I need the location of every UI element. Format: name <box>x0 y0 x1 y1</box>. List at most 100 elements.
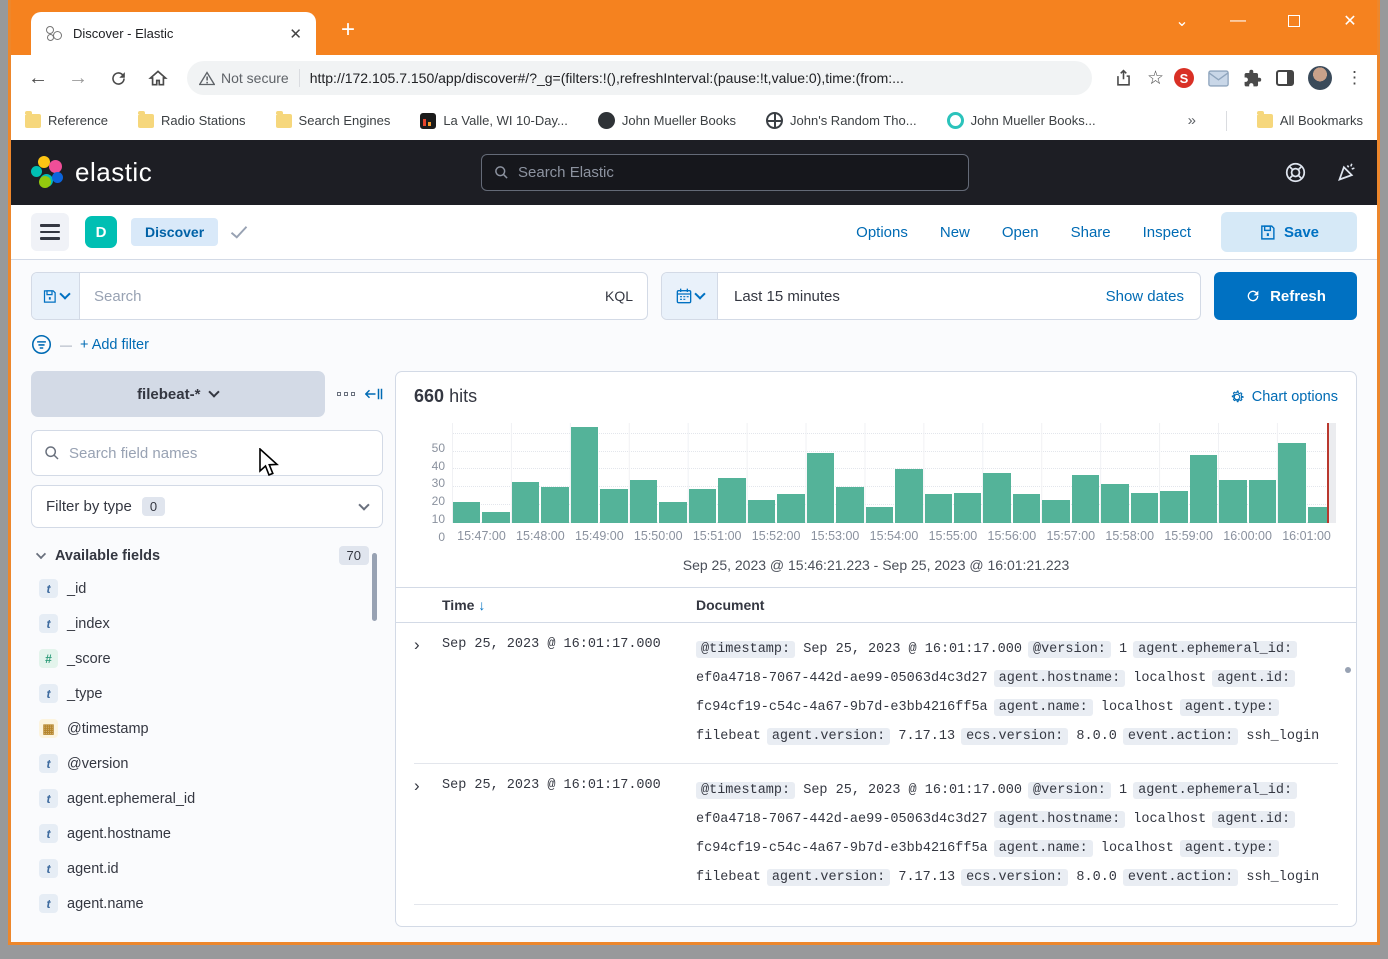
histogram-bar[interactable] <box>1072 475 1099 523</box>
field-list-item[interactable]: t agent.name <box>31 886 383 921</box>
fields-scrollbar[interactable] <box>372 553 377 621</box>
histogram-bar[interactable] <box>807 453 834 523</box>
field-list-item[interactable]: t _id <box>31 571 383 606</box>
app-nav-link[interactable]: Share <box>1071 224 1111 241</box>
field-name-pill[interactable]: agent.id: <box>1212 670 1295 687</box>
space-badge[interactable]: D <box>85 216 117 248</box>
field-name-pill[interactable]: @timestamp: <box>696 782 795 799</box>
bookmarks-overflow-icon[interactable]: » <box>1188 112 1196 129</box>
field-list-item[interactable]: t agent.ephemeral_id <box>31 781 383 816</box>
refresh-button[interactable]: Refresh <box>1214 272 1357 320</box>
histogram-bar[interactable] <box>895 469 922 523</box>
histogram-bar[interactable] <box>512 482 539 523</box>
global-search-input[interactable]: Search Elastic <box>481 154 969 191</box>
field-name-pill[interactable]: agent.ephemeral_id: <box>1133 641 1297 658</box>
field-list-item[interactable]: t agent.id <box>31 851 383 886</box>
app-nav-link[interactable]: Inspect <box>1143 224 1191 241</box>
save-button[interactable]: Save <box>1221 212 1357 252</box>
expand-row-icon[interactable]: › <box>414 776 442 892</box>
histogram-bar[interactable] <box>1278 443 1305 523</box>
field-name-pill[interactable]: ecs.version: <box>961 728 1068 745</box>
show-dates-link[interactable]: Show dates <box>1106 288 1200 305</box>
field-list-item[interactable]: t _type <box>31 676 383 711</box>
field-name-pill[interactable]: agent.name: <box>994 699 1093 716</box>
window-maximize-icon[interactable] <box>1279 6 1309 36</box>
col-time-header[interactable]: Time ↓ <box>414 597 696 613</box>
menu-hamburger-icon[interactable] <box>31 213 69 251</box>
query-search-input[interactable]: Search <box>80 288 591 305</box>
histogram-bar[interactable] <box>1219 480 1246 523</box>
field-name-pill[interactable]: agent.hostname: <box>994 811 1126 828</box>
field-name-pill[interactable]: ecs.version: <box>961 869 1068 886</box>
all-bookmarks-button[interactable]: All Bookmarks <box>1257 113 1363 128</box>
histogram-bar[interactable] <box>1013 494 1040 523</box>
share-icon[interactable] <box>1114 69 1133 88</box>
histogram-bar[interactable] <box>748 500 775 523</box>
side-panel-icon[interactable] <box>1276 70 1294 86</box>
newsfeed-icon[interactable] <box>1336 162 1357 183</box>
field-list-item[interactable]: ▦ @timestamp <box>31 711 383 746</box>
chart-options-button[interactable]: Chart options <box>1229 389 1338 405</box>
field-options-icon[interactable] <box>337 392 356 397</box>
field-name-pill[interactable]: event.action: <box>1123 869 1238 886</box>
url-bar[interactable]: Not secure http://172.105.7.150/app/disc… <box>187 61 1092 95</box>
bookmark-star-icon[interactable]: ☆ <box>1147 69 1164 88</box>
browser-tab[interactable]: Discover - Elastic ✕ <box>31 12 316 55</box>
bookmark-item[interactable]: John Mueller Books <box>598 112 736 129</box>
available-fields-header[interactable]: Available fields 70 <box>37 546 383 565</box>
field-name-pill[interactable]: agent.version: <box>767 869 890 886</box>
field-search-input[interactable]: Search field names <box>31 430 383 476</box>
help-icon[interactable] <box>1285 162 1306 183</box>
field-name-pill[interactable]: agent.name: <box>994 840 1093 857</box>
bookmark-item[interactable]: La Valle, WI 10-Day... <box>420 113 568 129</box>
histogram-bar[interactable] <box>541 487 568 523</box>
field-name-pill[interactable]: @version: <box>1028 641 1111 658</box>
field-name-pill[interactable]: agent.type: <box>1180 840 1279 857</box>
window-close-icon[interactable]: ✕ <box>1335 6 1365 36</box>
field-name-pill[interactable]: agent.ephemeral_id: <box>1133 782 1297 799</box>
field-list-item[interactable]: t _index <box>31 606 383 641</box>
histogram-bar[interactable] <box>571 427 598 523</box>
window-minimize-icon[interactable]: — <box>1223 6 1253 36</box>
table-scrollbar[interactable] <box>1345 667 1351 673</box>
histogram-bar[interactable] <box>1160 491 1187 523</box>
app-nav-link[interactable]: Open <box>1002 224 1039 241</box>
elastic-logo[interactable] <box>31 156 65 190</box>
histogram-bar[interactable] <box>925 494 952 523</box>
field-name-pill[interactable]: agent.id: <box>1212 811 1295 828</box>
bookmark-item[interactable]: John Mueller Books... <box>947 112 1096 129</box>
filter-by-type-select[interactable]: Filter by type 0 <box>31 485 383 528</box>
app-nav-link[interactable]: New <box>940 224 970 241</box>
forward-icon[interactable]: → <box>61 61 95 95</box>
histogram-bar[interactable] <box>1042 500 1069 523</box>
bookmark-item[interactable]: Radio Stations <box>138 113 246 128</box>
time-range-value[interactable]: Last 15 minutes <box>718 288 1106 305</box>
filter-icon[interactable] <box>31 334 52 355</box>
reload-icon[interactable] <box>101 61 135 95</box>
breadcrumb-discover[interactable]: Discover <box>131 218 218 246</box>
histogram-bar[interactable] <box>482 512 509 523</box>
col-document-header[interactable]: Document <box>696 597 764 613</box>
new-tab-button[interactable]: + <box>341 18 355 42</box>
field-name-pill[interactable]: @version: <box>1028 782 1111 799</box>
window-menu-icon[interactable]: ⌄ <box>1167 6 1197 36</box>
url-text[interactable]: http://172.105.7.150/app/discover#/?_g=(… <box>310 70 1080 86</box>
histogram-bar[interactable] <box>777 494 804 523</box>
field-list-item[interactable]: t agent.hostname <box>31 816 383 851</box>
field-name-pill[interactable]: agent.type: <box>1180 699 1279 716</box>
expand-row-icon[interactable]: › <box>414 635 442 751</box>
bookmark-item[interactable]: John's Random Tho... <box>766 112 917 129</box>
kql-label[interactable]: KQL <box>591 288 647 304</box>
bookmark-item[interactable]: Reference <box>25 113 108 128</box>
histogram-bar[interactable] <box>983 473 1010 523</box>
field-name-pill[interactable]: agent.hostname: <box>994 670 1126 687</box>
field-name-pill[interactable]: event.action: <box>1123 728 1238 745</box>
histogram-bar[interactable] <box>1101 484 1128 523</box>
histogram-bar[interactable] <box>1131 493 1158 523</box>
back-icon[interactable]: ← <box>21 61 55 95</box>
histogram-bar[interactable] <box>866 507 893 523</box>
histogram-bar[interactable] <box>718 478 745 523</box>
histogram-bar[interactable] <box>630 480 657 523</box>
histogram-bar[interactable] <box>600 489 627 523</box>
field-list-item[interactable]: # _score <box>31 641 383 676</box>
